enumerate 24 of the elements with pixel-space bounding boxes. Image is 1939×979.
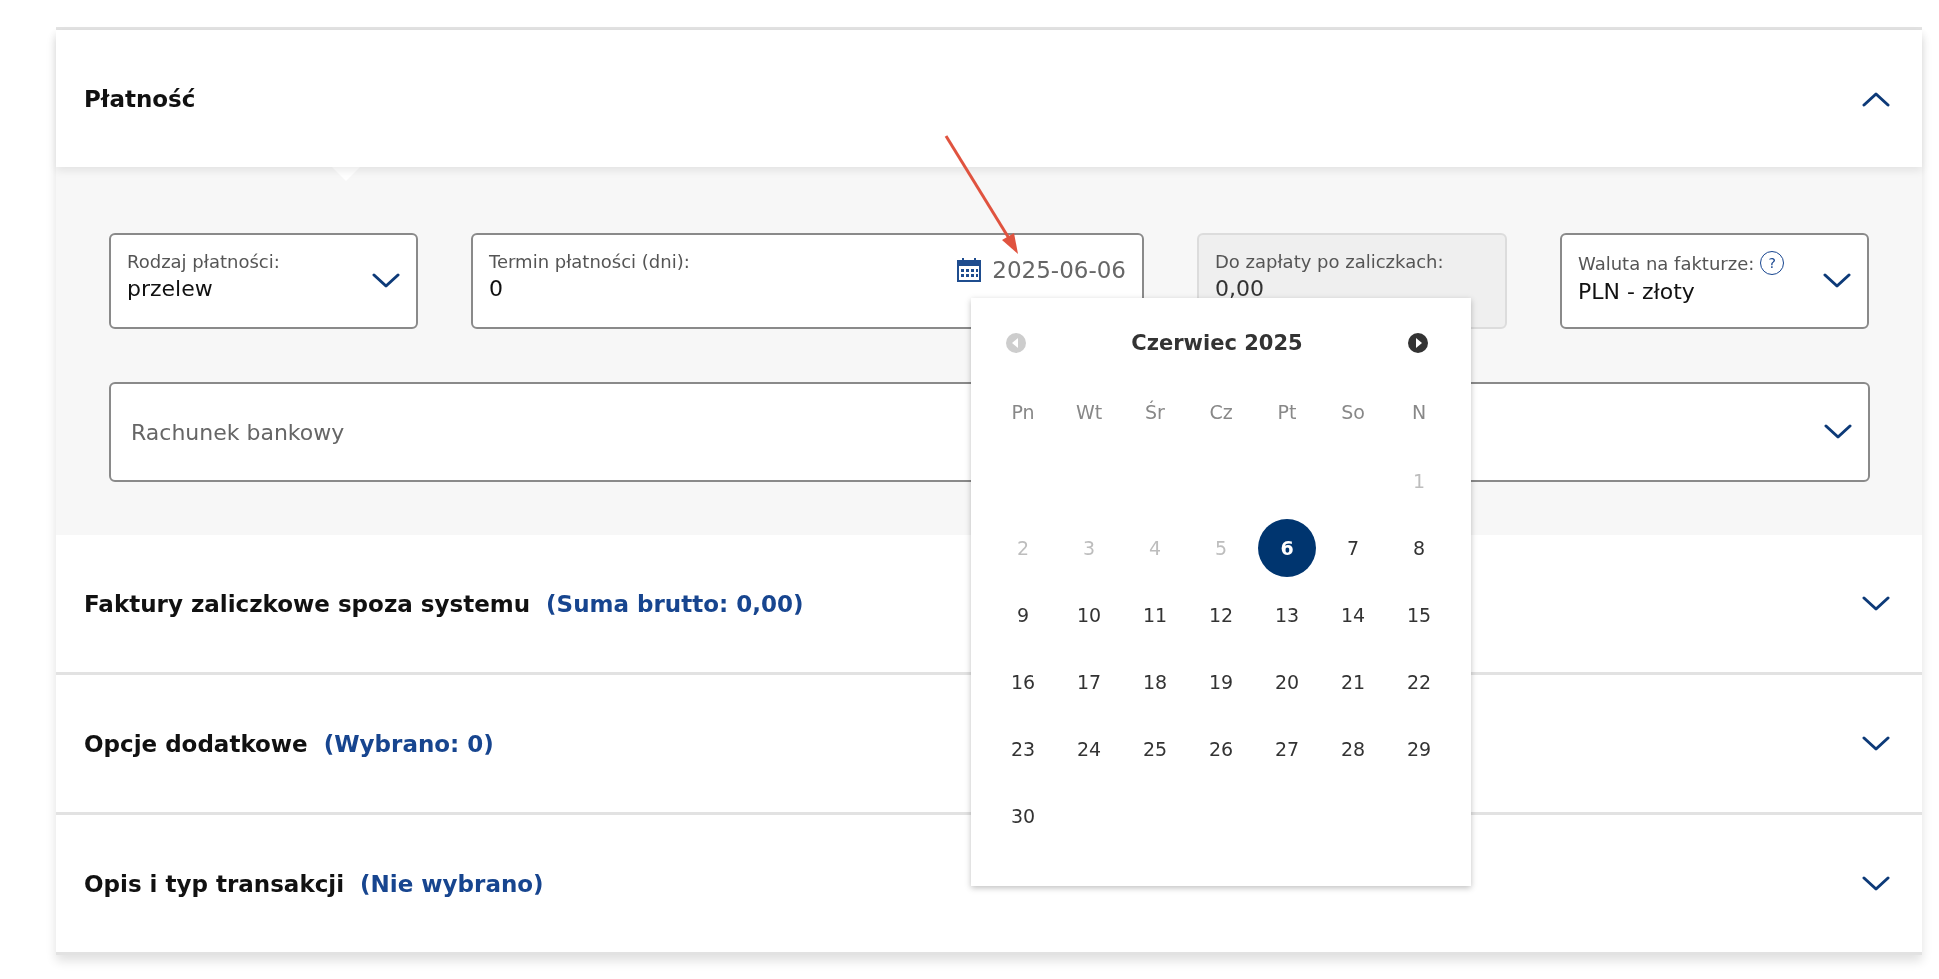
section-summary: (Suma brutto: 0,00)	[546, 590, 804, 617]
month-title: Czerwiec 2025	[1131, 331, 1303, 355]
field-value: 0,00	[1215, 276, 1265, 301]
placeholder-text: Rachunek bankowy	[131, 419, 346, 445]
section-title: Opcje dodatkowe	[84, 730, 308, 757]
field-label: Termin płatności (dni):	[489, 251, 690, 272]
section-summary: (Wybrano: 0)	[323, 730, 494, 757]
section-title: Płatność	[84, 85, 196, 112]
field-value: PLN - złoty	[1578, 279, 1696, 304]
field-value: przelew	[127, 276, 214, 301]
field-label: Do zapłaty po zaliczkach:	[1215, 251, 1444, 272]
section-title: Faktury zaliczkowe spoza systemu	[84, 590, 531, 617]
weekday-label: Śr	[1144, 401, 1166, 425]
field-label: Waluta na fakturze:	[1578, 252, 1755, 274]
field-value: 0	[489, 276, 504, 301]
section-summary: (Nie wybrano)	[360, 870, 544, 897]
section-title: Opis i typ transakcji	[84, 870, 345, 897]
weekday-label: N	[1410, 401, 1428, 425]
weekday-label: Pn	[1010, 401, 1036, 425]
field-label: Rodzaj płatności:	[127, 251, 280, 272]
weekday-label: Cz	[1208, 401, 1234, 425]
weekday-label: So	[1340, 401, 1366, 425]
weekday-label: Pt	[1276, 401, 1298, 425]
weekday-label: Wt	[1074, 401, 1104, 425]
